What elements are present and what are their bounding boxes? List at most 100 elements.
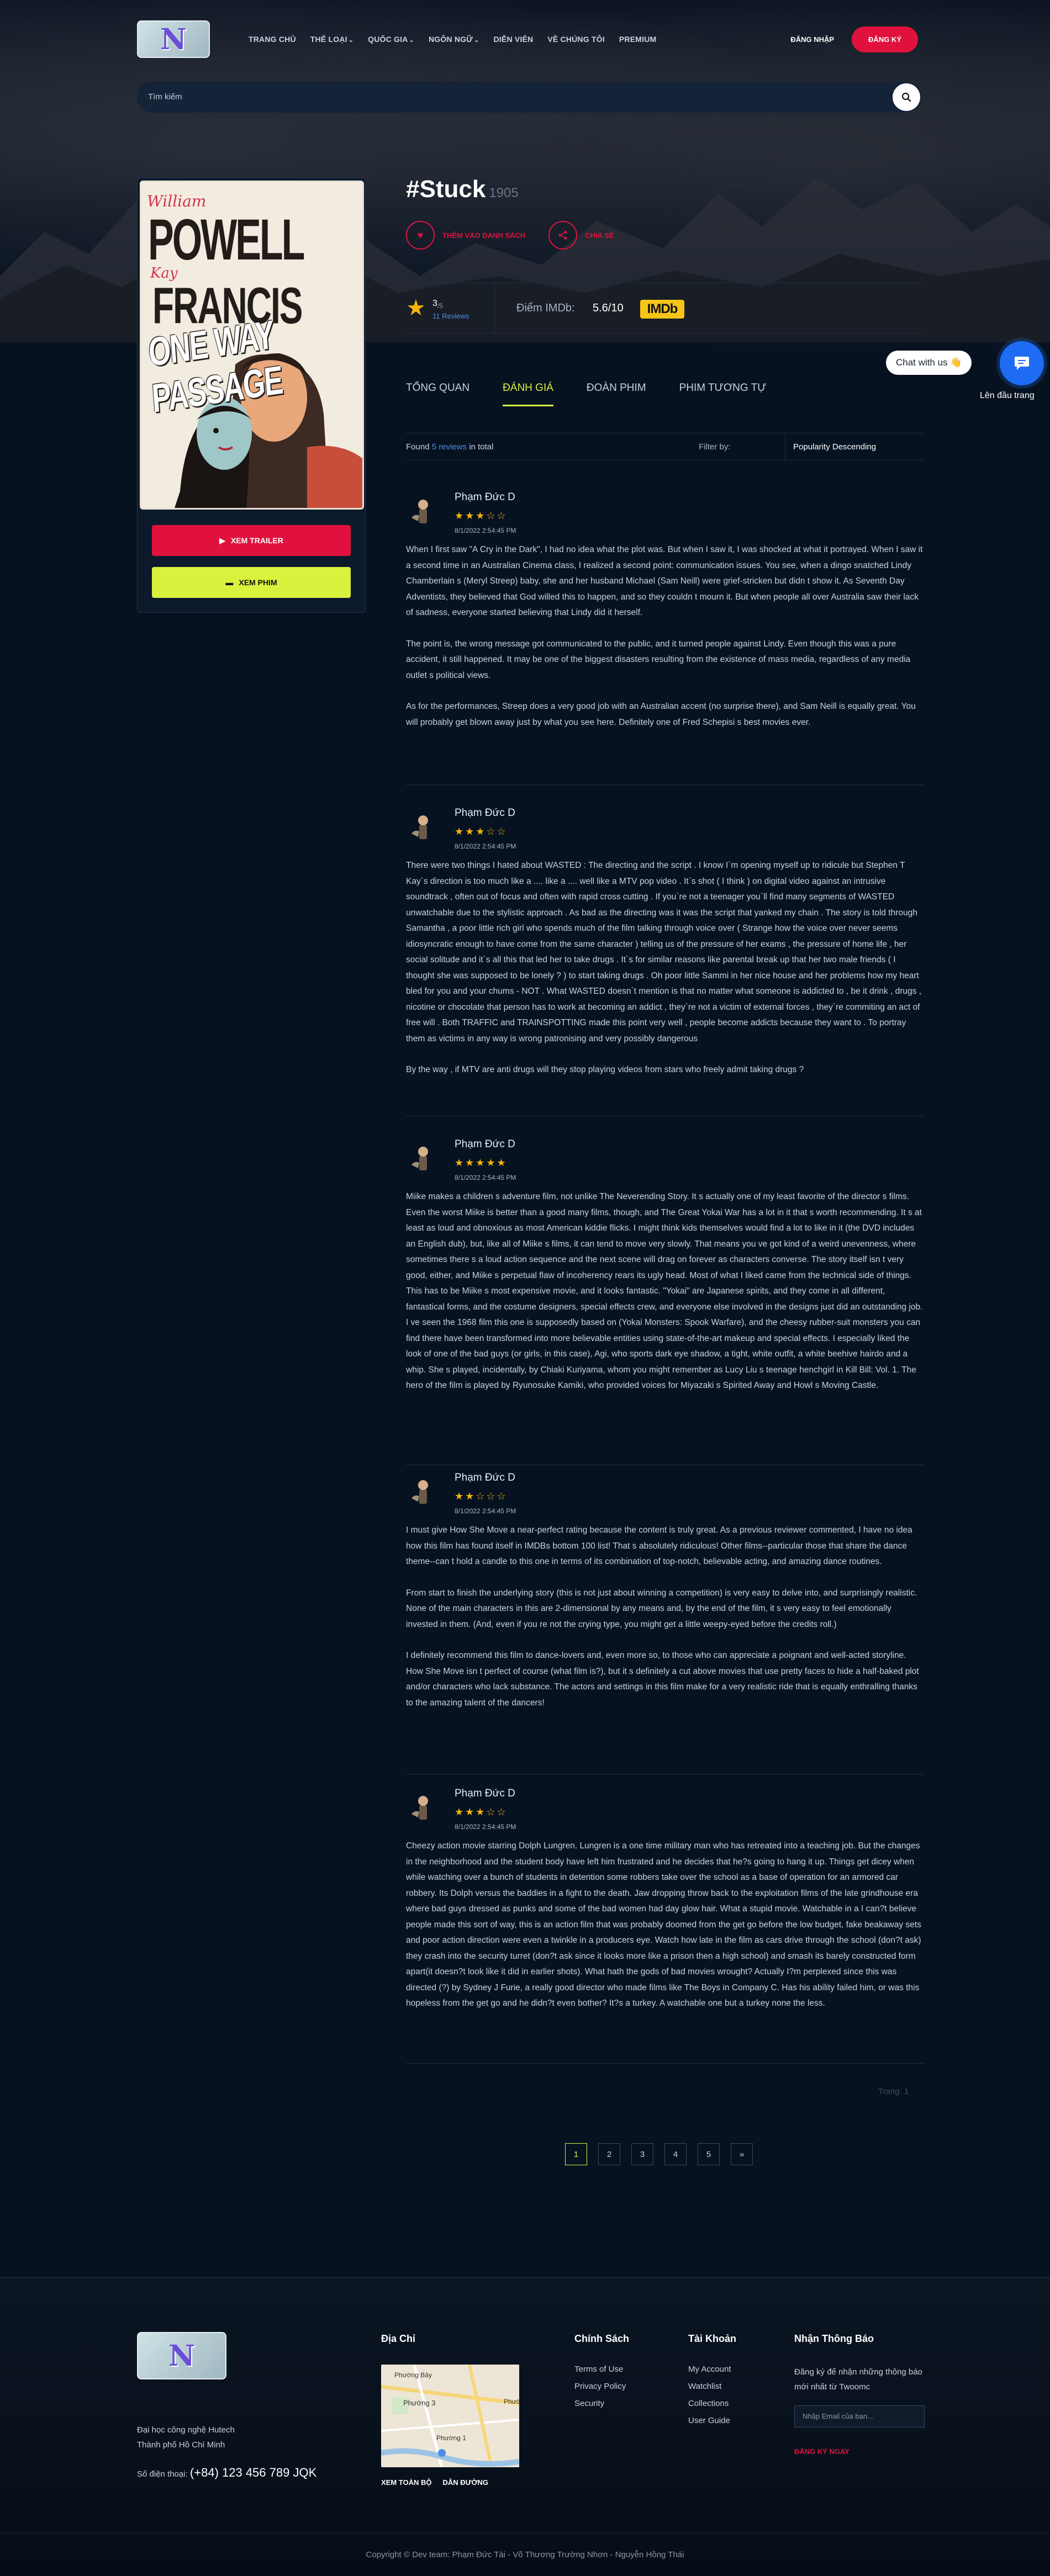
footer-map-title: Địa Chỉ <box>381 2333 416 2344</box>
location-map[interactable]: Phường Bảy Phường 3 Phường 1 Phườ <box>381 2365 519 2467</box>
footer-newsletter-column: Nhận Thông Báo Đăng ký để nhận những thô… <box>794 2333 927 2456</box>
footer-link-terms[interactable]: Terms of Use <box>574 2365 629 2374</box>
footer-address: Đại học công nghệ Hutech Thành phố Hồ Ch… <box>137 2425 235 2450</box>
review-text: I definitely recommend this film to danc… <box>406 1651 919 1708</box>
review-date: 8/1/2022 2:54:45 PM <box>455 527 516 534</box>
reviews-found: Found 5 reviews in total <box>406 442 494 452</box>
footer-map-column: Địa Chỉ Phường Bảy Phường 3 Phường 1 Phư… <box>381 2333 519 2487</box>
page-button-2[interactable]: 2 <box>598 2143 620 2165</box>
site-logo[interactable]: N <box>137 20 210 58</box>
review-text: When I first saw "A Cry in the Dark", I … <box>406 545 923 617</box>
review-text: There were two things I hated about WAST… <box>406 861 922 1043</box>
review-text: As for the performances, Streep does a v… <box>406 702 916 727</box>
page-indicator: Trang: 1 <box>878 2087 909 2096</box>
newsletter-email-input[interactable]: Nhập Email của bạn... <box>794 2405 925 2427</box>
nav-item-home[interactable]: TRANG CHỦ <box>249 35 296 44</box>
footer-policy-column: Chính Sách Terms of Use Privacy Policy S… <box>574 2333 629 2416</box>
footer-link-user-guide[interactable]: User Guide <box>688 2416 736 2425</box>
poster-card: William POWELL Kay FRANCIS ONE WAY PASSA… <box>137 178 366 613</box>
chat-bubble[interactable]: Chat with us 👋 <box>886 351 972 375</box>
login-link[interactable]: ĐĂNG NHẬP <box>790 35 834 44</box>
watch-trailer-button[interactable]: ▶ XEM TRAILER <box>152 525 351 556</box>
watch-movie-button[interactable]: ▬ XEM PHIM <box>152 567 351 598</box>
newsletter-subscribe-button[interactable]: ĐĂNG KÝ NGAY <box>794 2447 927 2456</box>
review-text: I must give How She Move a near-perfect … <box>406 1525 912 1566</box>
page-button-1[interactable]: 1 <box>565 2143 587 2165</box>
review-text: The point is, the wrong message got comm… <box>406 639 911 680</box>
tab-cast[interactable]: ĐOÀN PHIM <box>587 382 646 406</box>
footer-link-privacy[interactable]: Privacy Policy <box>574 2382 629 2391</box>
newsletter-description: Đăng ký để nhận những thông báo mới nhất… <box>794 2367 922 2392</box>
review-stars: ★★★★★ <box>455 1157 508 1168</box>
review-text: From start to finish the underlying stor… <box>406 1588 917 1629</box>
main-nav: TRANG CHỦ THỂ LOẠI QUỐC GIA NGÔN NGỮ DIỄ… <box>249 35 656 44</box>
add-favorite-button[interactable]: ♥ THÊM VÀO DANH SÁCH <box>406 221 525 250</box>
movie-title: #Stuck <box>406 176 486 203</box>
chat-icon <box>1015 357 1029 370</box>
reviewer-name[interactable]: Phạm Đức D <box>455 1788 515 1800</box>
review-item: Phạm Đức D ★★★☆☆ 8/1/2022 2:54:45 PM Che… <box>406 1788 924 2064</box>
search-button[interactable] <box>893 83 920 111</box>
review-stars: ★★☆☆☆ <box>455 1491 508 1502</box>
imdb-label: Điểm IMDb: <box>516 302 575 314</box>
star-icon: ★ <box>406 296 426 320</box>
reviewer-name[interactable]: Phạm Đức D <box>455 491 515 503</box>
review-text: By the way , if MTV are anti drugs will … <box>406 1065 804 1074</box>
nav-item-premium[interactable]: PREMIUM <box>619 35 657 44</box>
review-date: 8/1/2022 2:54:45 PM <box>455 842 516 850</box>
search-bar[interactable]: Tìm kiếm <box>137 82 921 113</box>
footer-link-watchlist[interactable]: Watchlist <box>688 2382 736 2391</box>
site-footer: N Đại học công nghệ Hutech Thành phố Hồ … <box>0 2277 1050 2576</box>
nav-item-about[interactable]: VỀ CHÚNG TÔI <box>547 35 605 44</box>
footer-logo[interactable]: N <box>137 2332 226 2379</box>
map-view-all-link[interactable]: XEM TOÀN BỘ <box>381 2478 432 2487</box>
site-header: N TRANG CHỦ THỂ LOẠI QUỐC GIA NGÔN NGỮ D… <box>137 20 921 59</box>
imdb-score: 5.6/10 <box>593 302 624 314</box>
review-item: Phạm Đức D ★★★★★ 8/1/2022 2:54:45 PM Mii… <box>406 1138 924 1465</box>
tab-similar[interactable]: PHIM TƯƠNG TỰ <box>679 382 767 406</box>
footer-newsletter-title: Nhận Thông Báo <box>794 2333 874 2344</box>
reviewer-name[interactable]: Phạm Đức D <box>455 1472 515 1484</box>
movie-poster: William POWELL Kay FRANCIS ONE WAY PASSA… <box>140 181 364 510</box>
page-button-5[interactable]: 5 <box>698 2143 720 2165</box>
nav-item-genres[interactable]: THỂ LOẠI <box>310 35 353 44</box>
review-text: Miike makes a children s adventure film,… <box>406 1192 923 1390</box>
map-graphic <box>381 2365 519 2467</box>
share-button[interactable]: CHIA SẺ <box>548 221 614 250</box>
movie-tabs: TỔNG QUAN ĐÁNH GIÁ ĐOÀN PHIM PHIM TƯƠNG … <box>406 382 766 406</box>
avatar <box>411 1147 428 1170</box>
movie-year: 1905 <box>489 185 519 200</box>
tab-overview[interactable]: TỔNG QUAN <box>406 382 469 406</box>
reviews-count-link[interactable]: 11 Reviews <box>432 312 469 320</box>
search-input[interactable]: Tìm kiếm <box>148 92 182 102</box>
tab-reviews[interactable]: ĐÁNH GIÁ <box>503 382 553 406</box>
review-date: 8/1/2022 2:54:45 PM <box>455 1507 516 1515</box>
movie-title-row: #Stuck 1905 <box>406 176 519 203</box>
avatar <box>411 1796 428 1820</box>
chat-button[interactable] <box>1000 341 1044 385</box>
review-stars: ★★★☆☆ <box>455 510 508 521</box>
nav-item-languages[interactable]: NGÔN NGỮ <box>429 35 479 44</box>
signup-button[interactable]: ĐĂNG KÝ <box>852 26 918 52</box>
map-directions-link[interactable]: DẪN ĐƯỜNG <box>443 2478 489 2487</box>
reviewer-name[interactable]: Phạm Đức D <box>455 1138 515 1151</box>
page-button-3[interactable]: 3 <box>631 2143 653 2165</box>
divider <box>494 283 495 334</box>
footer-link-my-account[interactable]: My Account <box>688 2365 736 2374</box>
poster-actor1-last: POWELL <box>148 207 305 272</box>
reviewer-name[interactable]: Phạm Đức D <box>455 807 515 819</box>
imdb-logo: IMDb <box>640 300 684 319</box>
search-icon <box>901 92 911 102</box>
sort-select[interactable]: Popularity Descending <box>785 433 924 461</box>
footer-account-title: Tài Khoản <box>688 2333 737 2344</box>
rating-bar: ★ 3/5 11 Reviews Điểm IMDb: 5.6/10 IMDb <box>406 283 924 334</box>
next-page-button[interactable]: » <box>731 2143 753 2165</box>
footer-link-security[interactable]: Security <box>574 2399 629 2408</box>
review-item: Phạm Đức D ★★★☆☆ 8/1/2022 2:54:45 PM Whe… <box>406 491 924 785</box>
page-button-4[interactable]: 4 <box>664 2143 687 2165</box>
nav-item-countries[interactable]: QUỐC GIA <box>368 35 414 44</box>
nav-item-actors[interactable]: DIỄN VIÊN <box>494 35 534 44</box>
footer-link-collections[interactable]: Collections <box>688 2399 736 2408</box>
back-to-top-link[interactable]: Lên đầu trang <box>980 391 1035 401</box>
copyright-text: Copyright © Dev team: Phạm Đức Tài - Võ … <box>366 2550 684 2559</box>
